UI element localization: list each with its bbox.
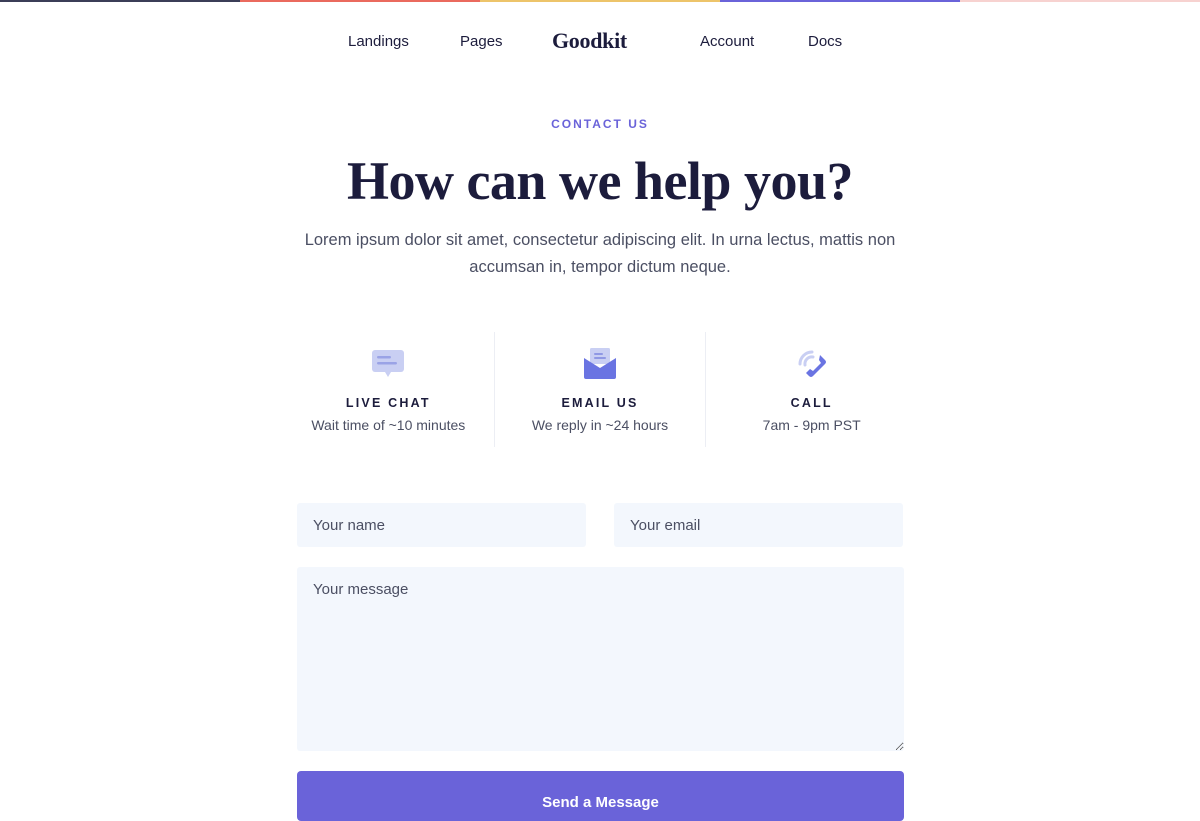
channel-subtitle: 7am - 9pm PST [762,417,861,433]
page-lead-text: Lorem ipsum dolor sit amet, consectetur … [304,231,896,276]
section-eyebrow: CONTACT US [551,117,649,131]
nav-link-pages[interactable]: Pages [460,33,503,50]
channel-live-chat[interactable]: LIVE CHAT Wait time of ~10 minutes [283,332,494,447]
channel-title: LIVE CHAT [345,396,431,410]
stripe-segment [720,0,960,2]
stripe-segment [0,0,240,2]
channel-subtitle: Wait time of ~10 minutes [311,417,466,433]
channel-email[interactable]: EMAIL US We reply in ~24 hours [493,332,706,447]
contact-channels: LIVE CHAT Wait time of ~10 minutes EMAIL… [283,332,917,447]
phone-icon [798,350,826,377]
stripe-segment [960,0,1200,2]
chat-bubble-icon [372,350,405,377]
nav-link-landings[interactable]: Landings [348,33,409,50]
page-title: How can we help you? [346,151,854,211]
top-color-stripe [0,0,1200,2]
message-field[interactable] [297,567,904,751]
stripe-segment [480,0,720,2]
brand-logo[interactable]: Goodkit [552,28,627,54]
envelope-icon [584,348,616,379]
top-navigation: Landings Pages Goodkit Account Docs [0,28,1200,60]
nav-link-account[interactable]: Account [700,33,754,50]
channel-subtitle: We reply in ~24 hours [531,417,669,433]
channel-title: EMAIL US [561,396,639,410]
stripe-segment [240,0,480,2]
name-field[interactable] [297,503,586,547]
send-message-button[interactable]: Send a Message [297,771,904,821]
email-field[interactable] [614,503,903,547]
nav-link-docs[interactable]: Docs [808,33,842,50]
channel-call[interactable]: CALL 7am - 9pm PST [705,332,917,447]
channel-title: CALL [790,396,833,410]
